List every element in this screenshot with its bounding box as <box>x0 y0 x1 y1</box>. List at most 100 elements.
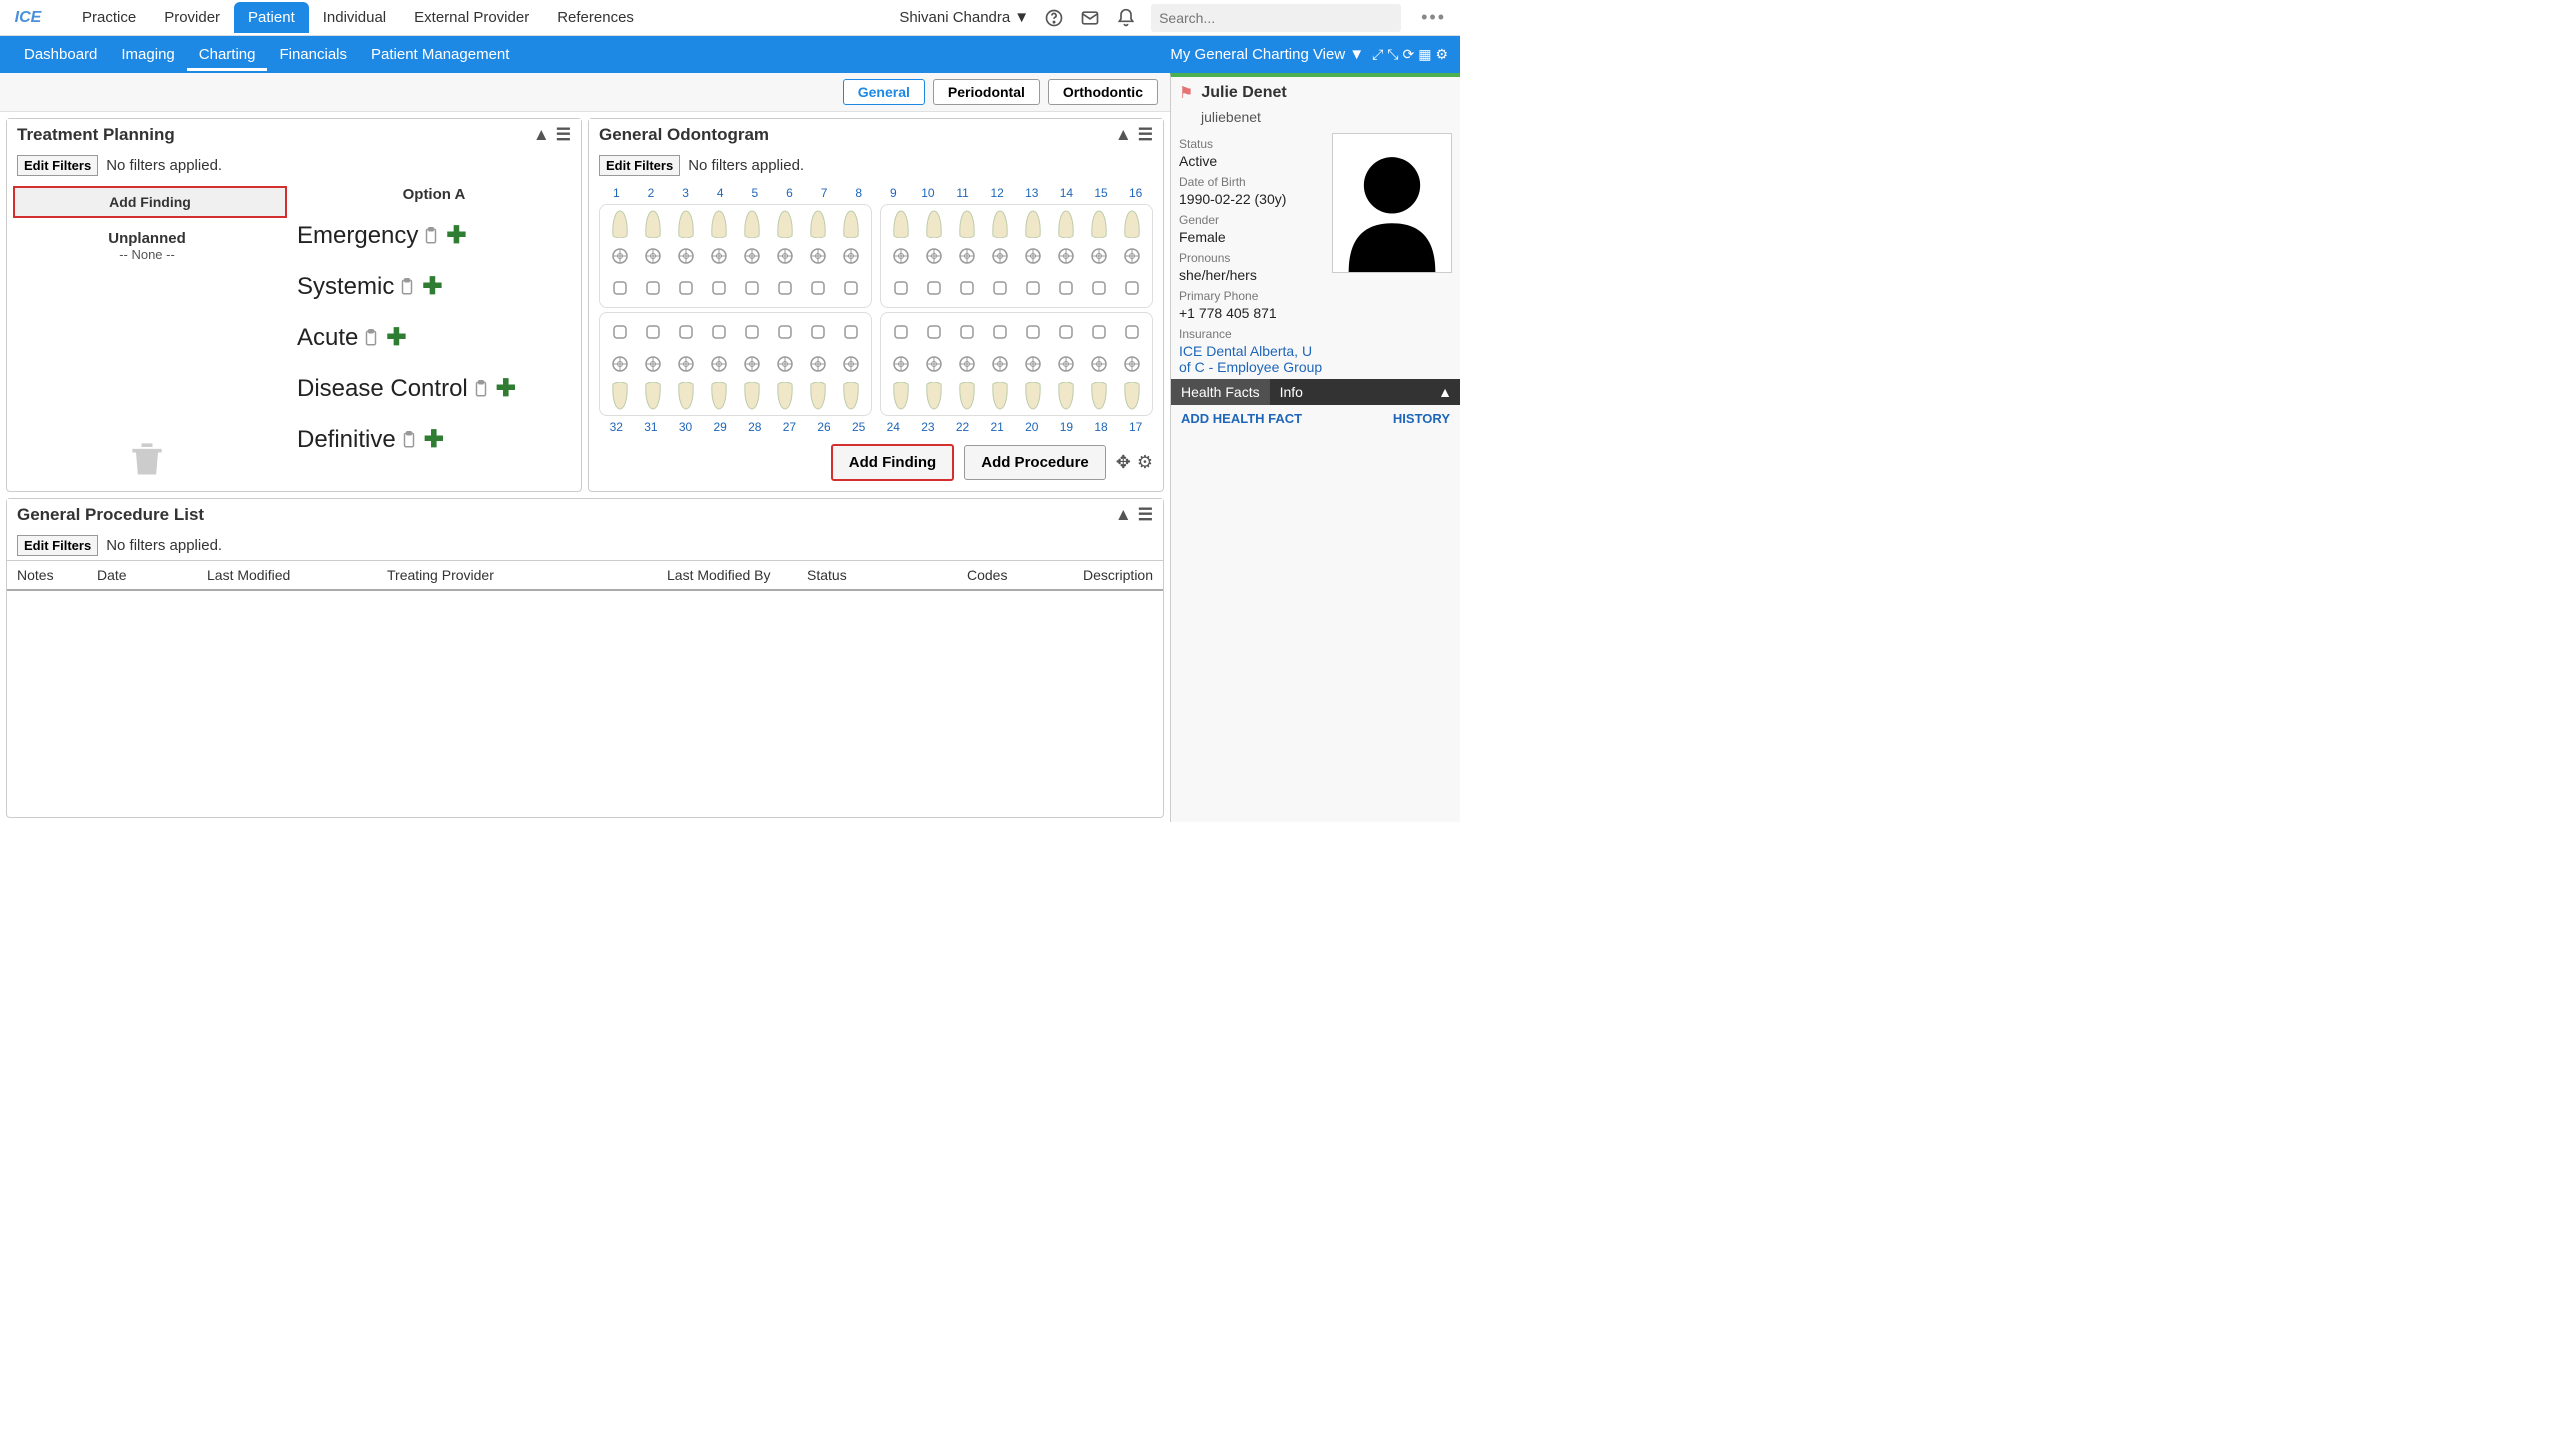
occlusal-icon[interactable] <box>642 241 664 271</box>
tooth-icon[interactable] <box>642 381 664 411</box>
occlusal-icon[interactable] <box>840 349 862 379</box>
gear-icon[interactable]: ⚙ <box>1435 46 1448 63</box>
tooth-icon[interactable] <box>1022 381 1044 411</box>
expand-icon[interactable]: ⤢ <box>1372 46 1383 63</box>
tooth-number[interactable]: 5 <box>743 186 767 200</box>
occlusal-icon[interactable] <box>956 241 978 271</box>
tooth-icon[interactable] <box>774 381 796 411</box>
surface-box-icon[interactable] <box>807 317 829 347</box>
flag-icon[interactable]: ⚑ <box>1179 83 1193 103</box>
surface-box-icon[interactable] <box>1055 273 1077 303</box>
subnav-financials[interactable]: Financials <box>267 38 359 71</box>
tooth-number[interactable]: 6 <box>777 186 801 200</box>
tooth-number[interactable]: 31 <box>639 420 663 434</box>
occlusal-icon[interactable] <box>807 349 829 379</box>
tooth-number[interactable]: 23 <box>916 420 940 434</box>
surface-box-icon[interactable] <box>609 317 631 347</box>
tooth-icon[interactable] <box>956 209 978 239</box>
add-phase-icon[interactable]: ✚ <box>386 323 406 352</box>
tooth-icon[interactable] <box>1088 209 1110 239</box>
tooth-icon[interactable] <box>609 209 631 239</box>
occlusal-icon[interactable] <box>1088 349 1110 379</box>
tooth-number[interactable]: 3 <box>674 186 698 200</box>
surface-box-icon[interactable] <box>989 273 1011 303</box>
occlusal-icon[interactable] <box>642 349 664 379</box>
surface-box-icon[interactable] <box>675 317 697 347</box>
insurance-link[interactable]: ICE Dental Alberta, U of C - Employee Gr… <box>1179 343 1324 375</box>
tooth-icon[interactable] <box>708 209 730 239</box>
tooth-number[interactable]: 19 <box>1054 420 1078 434</box>
tooth-number[interactable]: 11 <box>951 186 975 200</box>
refresh-icon[interactable]: ⟳ <box>1402 46 1414 63</box>
odo-add-procedure-button[interactable]: Add Procedure <box>964 445 1106 480</box>
tooth-number[interactable]: 18 <box>1089 420 1113 434</box>
tooth-number[interactable]: 7 <box>812 186 836 200</box>
occlusal-icon[interactable] <box>774 241 796 271</box>
tooth-icon[interactable] <box>1121 209 1143 239</box>
view-tab-general[interactable]: General <box>843 79 925 105</box>
surface-box-icon[interactable] <box>708 273 730 303</box>
tooth-number[interactable]: 32 <box>604 420 628 434</box>
tooth-number[interactable]: 26 <box>812 420 836 434</box>
tooth-number[interactable]: 9 <box>881 186 905 200</box>
occlusal-icon[interactable] <box>1088 241 1110 271</box>
surface-box-icon[interactable] <box>1121 273 1143 303</box>
surface-box-icon[interactable] <box>1022 273 1044 303</box>
surface-box-icon[interactable] <box>741 317 763 347</box>
mail-icon[interactable] <box>1079 7 1101 29</box>
add-health-fact-link[interactable]: ADD HEALTH FACT <box>1181 411 1302 426</box>
surface-box-icon[interactable] <box>840 273 862 303</box>
subnav-charting[interactable]: Charting <box>187 38 268 71</box>
surface-box-icon[interactable] <box>890 273 912 303</box>
surface-box-icon[interactable] <box>741 273 763 303</box>
menu-icon[interactable]: ☰ <box>1138 505 1153 525</box>
tooth-icon[interactable] <box>1055 381 1077 411</box>
add-phase-icon[interactable]: ✚ <box>422 272 442 301</box>
tooth-icon[interactable] <box>642 209 664 239</box>
tooth-icon[interactable] <box>708 381 730 411</box>
nav-provider[interactable]: Provider <box>150 2 234 33</box>
tp-edit-filters-button[interactable]: Edit Filters <box>17 155 98 176</box>
tooth-number[interactable]: 27 <box>777 420 801 434</box>
tab-info[interactable]: Info <box>1270 379 1313 405</box>
surface-box-icon[interactable] <box>1022 317 1044 347</box>
occlusal-icon[interactable] <box>1055 241 1077 271</box>
surface-box-icon[interactable] <box>1055 317 1077 347</box>
tooth-number[interactable]: 25 <box>847 420 871 434</box>
tooth-icon[interactable] <box>1022 209 1044 239</box>
tooth-number[interactable]: 16 <box>1124 186 1148 200</box>
tooth-number[interactable]: 30 <box>674 420 698 434</box>
occlusal-icon[interactable] <box>890 241 912 271</box>
odo-edit-filters-button[interactable]: Edit Filters <box>599 155 680 176</box>
clipboard-icon[interactable] <box>398 276 416 298</box>
tooth-icon[interactable] <box>890 209 912 239</box>
nav-external-provider[interactable]: External Provider <box>400 2 543 33</box>
occlusal-icon[interactable] <box>741 349 763 379</box>
subnav-dashboard[interactable]: Dashboard <box>12 38 109 71</box>
tooth-number[interactable]: 8 <box>847 186 871 200</box>
menu-icon[interactable]: ☰ <box>1138 125 1153 145</box>
tooth-number[interactable]: 10 <box>916 186 940 200</box>
occlusal-icon[interactable] <box>774 349 796 379</box>
tooth-number[interactable]: 13 <box>1020 186 1044 200</box>
tooth-icon[interactable] <box>675 381 697 411</box>
tooth-number[interactable]: 1 <box>604 186 628 200</box>
tooth-icon[interactable] <box>1055 209 1077 239</box>
tooth-icon[interactable] <box>1088 381 1110 411</box>
col-last-modified-by[interactable]: Last Modified By <box>667 567 807 583</box>
tooth-number[interactable]: 2 <box>639 186 663 200</box>
clipboard-icon[interactable] <box>400 429 418 451</box>
tooth-number[interactable]: 24 <box>881 420 905 434</box>
col-date[interactable]: Date <box>97 567 207 583</box>
tooth-icon[interactable] <box>923 209 945 239</box>
more-icon[interactable]: ••• <box>1415 7 1452 28</box>
surface-box-icon[interactable] <box>956 317 978 347</box>
occlusal-icon[interactable] <box>1055 349 1077 379</box>
collapse-up-icon[interactable]: ▲ <box>1115 505 1132 525</box>
col-notes[interactable]: Notes <box>17 567 97 583</box>
collapse-icon[interactable]: ⤡ <box>1387 46 1398 63</box>
surface-box-icon[interactable] <box>1088 317 1110 347</box>
clipboard-icon[interactable] <box>472 378 490 400</box>
collapse-up-icon[interactable]: ▲ <box>1115 125 1132 145</box>
collapse-up-icon[interactable]: ▲ <box>1430 380 1460 404</box>
